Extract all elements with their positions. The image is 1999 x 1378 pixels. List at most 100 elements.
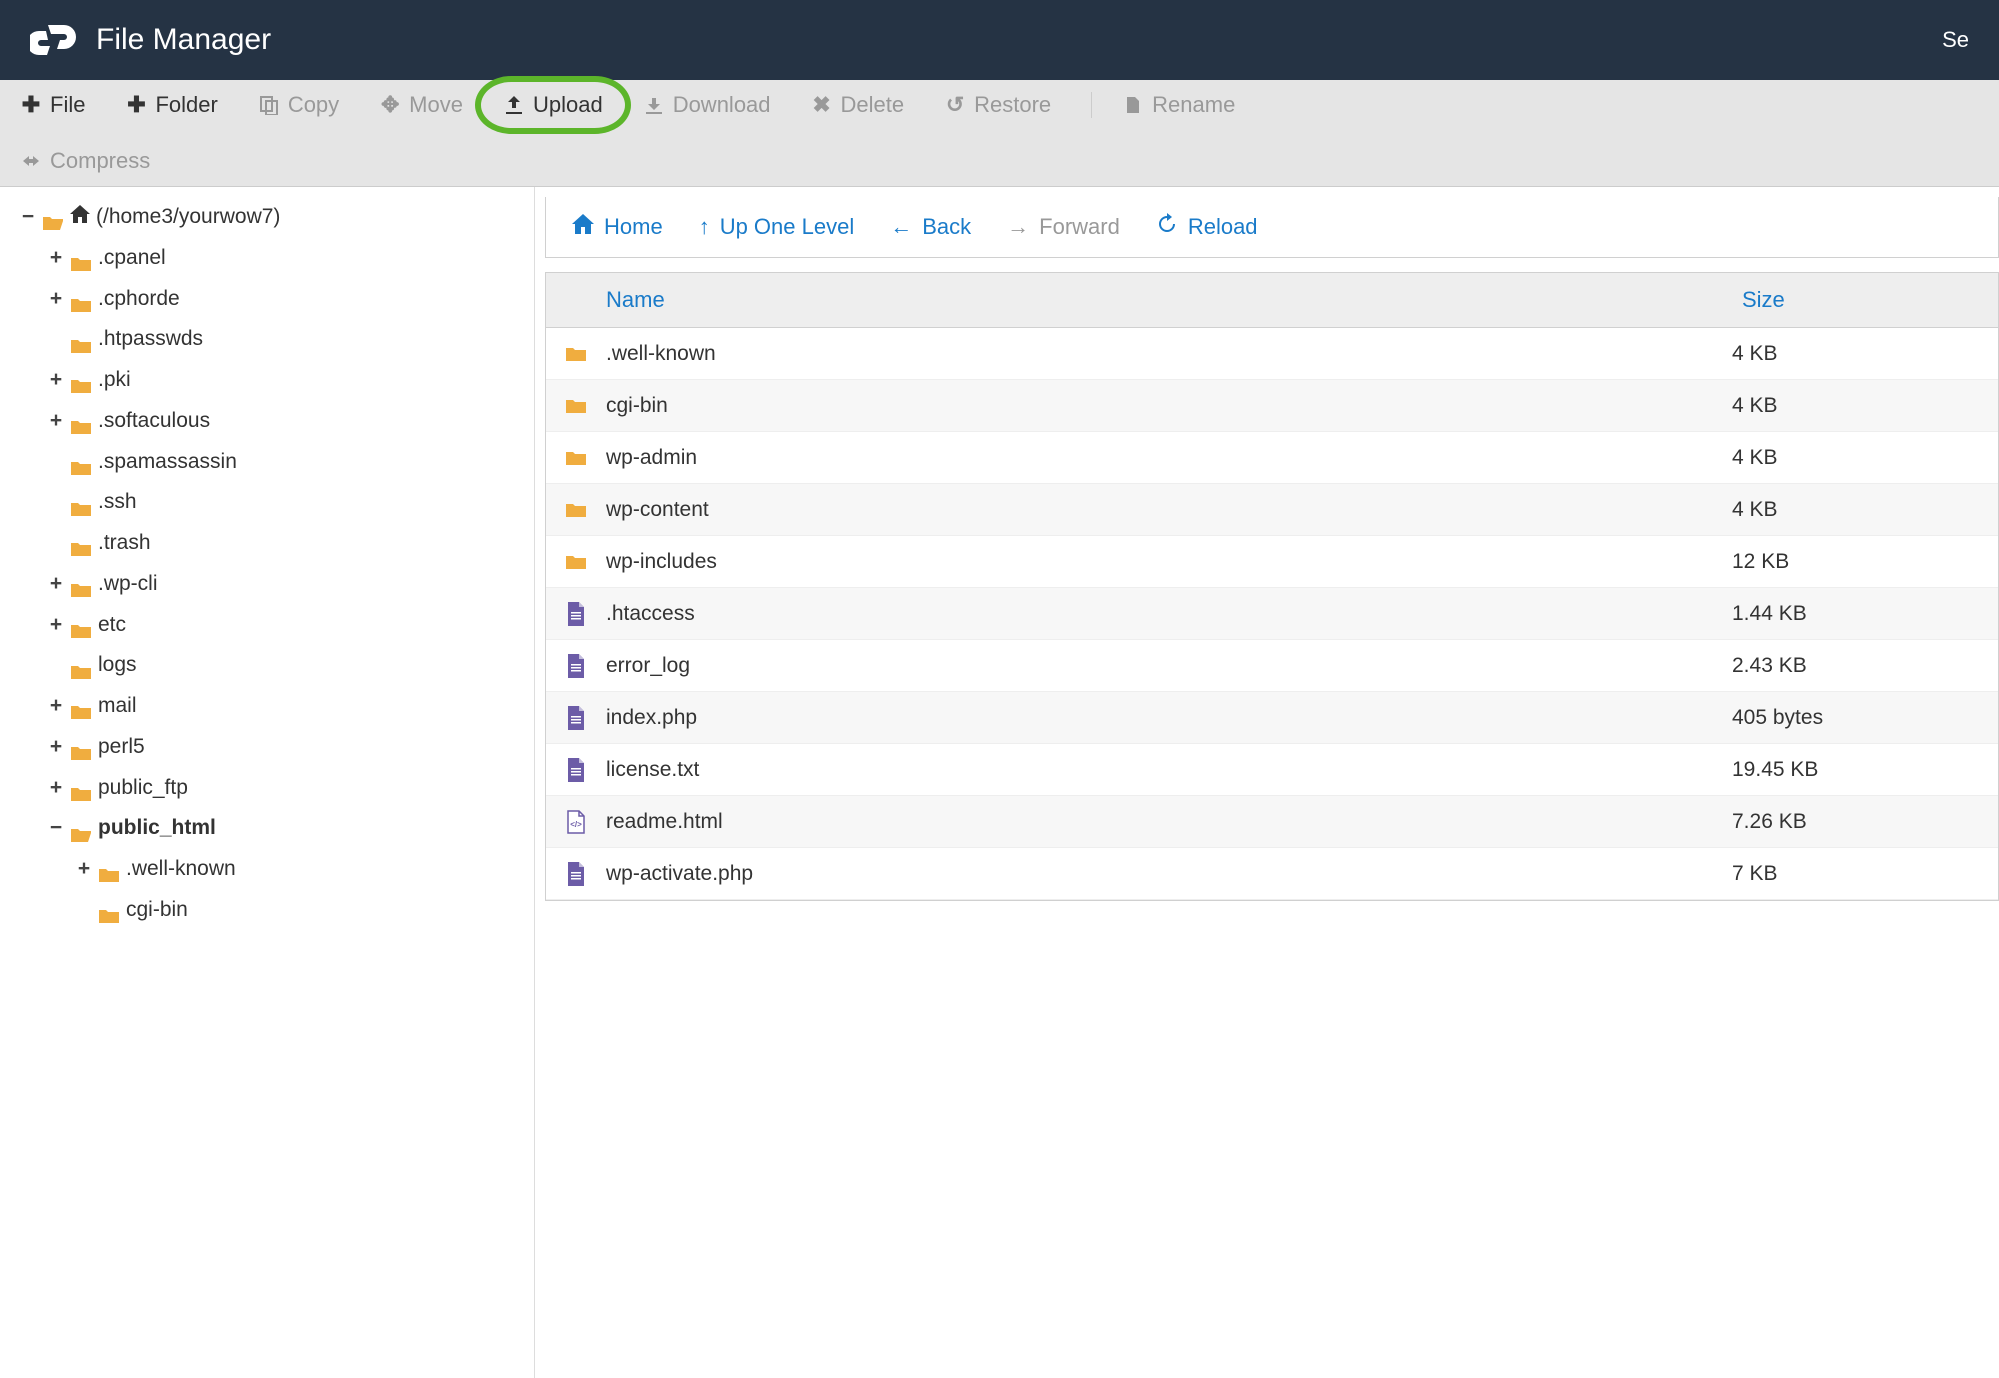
file-row[interactable]: license.txt19.45 KB (546, 744, 1998, 796)
file-row[interactable]: index.php405 bytes (546, 692, 1998, 744)
expand-icon[interactable]: + (48, 770, 64, 807)
file-size: 4 KB (1728, 498, 1998, 522)
compress-button[interactable]: Compress (20, 148, 1979, 174)
expand-icon[interactable]: + (48, 566, 64, 603)
expand-icon[interactable]: + (48, 403, 64, 440)
file-table: Name Size .well-known4 KBcgi-bin4 KBwp-a… (545, 272, 1999, 901)
folder-open-icon (42, 208, 64, 226)
tree-item[interactable]: .htpasswds (48, 319, 514, 360)
file-name: license.txt (606, 758, 1728, 782)
file-name: .well-known (606, 342, 1728, 366)
tree-item[interactable]: .spamassassin (48, 442, 514, 483)
file-name: cgi-bin (606, 394, 1728, 418)
upload-button[interactable]: Upload (503, 92, 603, 118)
expand-icon[interactable]: + (48, 281, 64, 318)
tree-item[interactable]: +.wp-cli (48, 564, 514, 605)
col-name-header[interactable]: Name (546, 273, 1728, 327)
expand-icon[interactable]: + (48, 240, 64, 277)
file-size: 4 KB (1728, 394, 1998, 418)
file-name: index.php (606, 706, 1728, 730)
rename-label: Rename (1152, 92, 1235, 118)
tree-label: .spamassassin (98, 444, 237, 481)
tree-children: +.cpanel+.cphorde.htpasswds+.pki+.softac… (20, 238, 514, 931)
tree-label: .pki (98, 362, 131, 399)
tree-label: .cphorde (98, 281, 180, 318)
tree-item[interactable]: + .softaculous (48, 401, 514, 442)
move-icon: ✥ (379, 94, 401, 116)
copy-icon (258, 94, 280, 116)
tree-label: public_html (98, 810, 216, 847)
breadcrumb-nav: Home ↑ Up One Level ← Back → Forward Rel… (545, 197, 1999, 258)
file-icon (546, 654, 606, 678)
tree-item[interactable]: +etc (48, 605, 514, 646)
move-button[interactable]: ✥ Move (379, 92, 463, 118)
file-row[interactable]: cgi-bin4 KB (546, 380, 1998, 432)
rename-button[interactable]: Rename (1091, 92, 1235, 118)
copy-button[interactable]: Copy (258, 92, 339, 118)
file-size: 4 KB (1728, 342, 1998, 366)
restore-button[interactable]: ↺ Restore (944, 92, 1051, 118)
upload-icon (503, 94, 525, 116)
file-button[interactable]: ✚ File (20, 92, 85, 118)
rename-icon (1122, 94, 1144, 116)
expand-icon[interactable]: + (48, 729, 64, 766)
home-icon (572, 214, 594, 240)
tree-label: .well-known (126, 851, 236, 888)
file-row[interactable]: error_log2.43 KB (546, 640, 1998, 692)
arrow-right-icon: → (1007, 214, 1029, 240)
tree-label: .softaculous (98, 403, 210, 440)
file-row[interactable]: wp-activate.php7 KB (546, 848, 1998, 900)
tree-item[interactable]: .ssh (48, 482, 514, 523)
delete-button[interactable]: ✖ Delete (811, 92, 905, 118)
folder-icon (546, 553, 606, 571)
folder-open-icon (70, 820, 92, 838)
folder-icon (70, 779, 92, 797)
tree-label: mail (98, 688, 137, 725)
folder-icon (70, 331, 92, 349)
nav-back[interactable]: ← Back (890, 213, 971, 241)
download-icon (643, 94, 665, 116)
folder-icon (70, 249, 92, 267)
folder-icon (70, 412, 92, 430)
tree-label: .ssh (98, 484, 137, 521)
tree-root-label: (/home3/yourwow7) (96, 199, 280, 236)
file-label: File (50, 92, 85, 118)
nav-reload[interactable]: Reload (1156, 213, 1258, 241)
file-icon (546, 862, 606, 886)
file-row[interactable]: .htaccess1.44 KB (546, 588, 1998, 640)
tree-item[interactable]: +.cpanel (48, 238, 514, 279)
expand-icon[interactable]: + (48, 607, 64, 644)
tree-item[interactable]: logs (48, 645, 514, 686)
expand-icon[interactable]: + (48, 362, 64, 399)
nav-forward[interactable]: → Forward (1007, 213, 1120, 241)
download-button[interactable]: Download (643, 92, 771, 118)
file-row[interactable]: </>readme.html7.26 KB (546, 796, 1998, 848)
toolbar: ✚ File ✚ Folder Copy ✥ Move Upload Downl… (0, 80, 1999, 187)
nav-home[interactable]: Home (572, 213, 663, 241)
tree-item[interactable]: + .well-known (76, 849, 514, 890)
file-row[interactable]: wp-content4 KB (546, 484, 1998, 536)
file-row[interactable]: wp-admin4 KB (546, 432, 1998, 484)
tree-item-public-html[interactable]: −public_html (48, 808, 514, 849)
nav-home-label: Home (604, 214, 663, 240)
nav-up[interactable]: ↑ Up One Level (699, 213, 855, 241)
tree-item[interactable]: +perl5 (48, 727, 514, 768)
tree-root[interactable]: − (/home3/yourwow7) (20, 197, 514, 238)
tree-item[interactable]: + .cphorde (48, 279, 514, 320)
tree-item[interactable]: + mail (48, 686, 514, 727)
expand-icon[interactable]: + (48, 688, 64, 725)
collapse-icon[interactable]: − (48, 810, 64, 847)
tree-item[interactable]: .trash (48, 523, 514, 564)
copy-label: Copy (288, 92, 339, 118)
file-name: readme.html (606, 810, 1728, 834)
file-icon (546, 706, 606, 730)
expand-icon[interactable]: + (76, 851, 92, 888)
folder-button[interactable]: ✚ Folder (125, 92, 217, 118)
collapse-icon[interactable]: − (20, 199, 36, 236)
col-size-header[interactable]: Size (1728, 273, 1998, 327)
tree-item[interactable]: + .pki (48, 360, 514, 401)
file-row[interactable]: .well-known4 KB (546, 328, 1998, 380)
tree-item[interactable]: +public_ftp (48, 768, 514, 809)
tree-item[interactable]: cgi-bin (76, 890, 514, 931)
file-row[interactable]: wp-includes12 KB (546, 536, 1998, 588)
